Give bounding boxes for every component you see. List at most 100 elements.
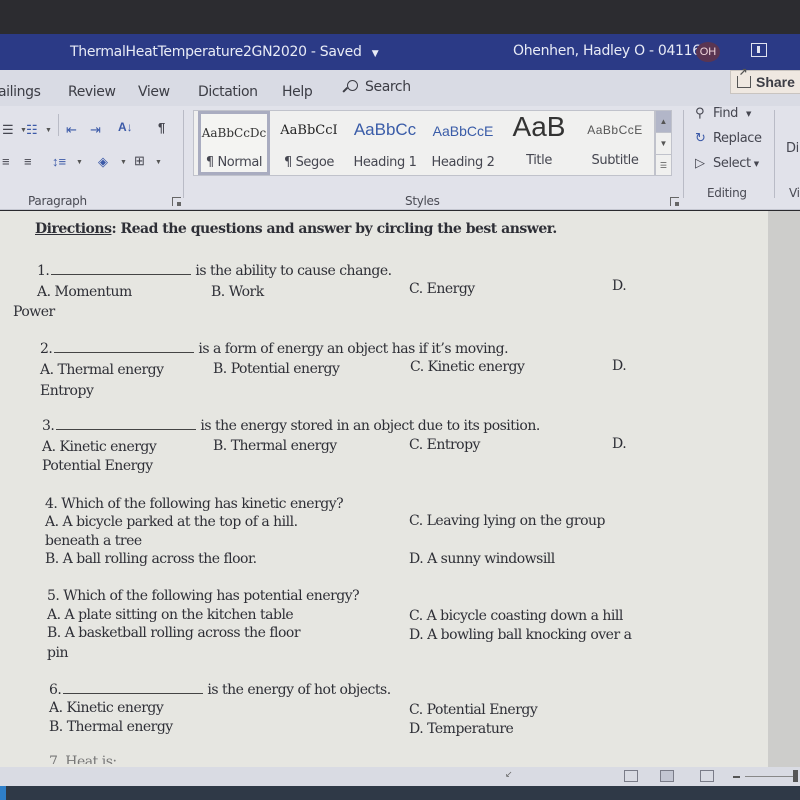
document-title[interactable]: ThermalHeatTemperature2GN2020 - Saved ▼	[70, 44, 379, 60]
sort-icon[interactable]: A↓	[118, 120, 133, 134]
q4-option-b[interactable]: B. A ball rolling across the floor.	[45, 551, 257, 567]
q6-option-a[interactable]: A. Kinetic energy	[49, 700, 164, 716]
replace-button[interactable]: ↻ Replace	[695, 131, 762, 146]
q1-option-c[interactable]: C. Energy	[409, 281, 475, 297]
bullets-icon[interactable]: ☰	[2, 122, 14, 138]
q4-option-a[interactable]: A. A bicycle parked at the top of a hill…	[45, 514, 298, 530]
q3-option-b[interactable]: B. Thermal energy	[213, 438, 337, 454]
style-preview: AaBbCc	[353, 120, 417, 139]
decrease-indent-icon[interactable]: ⇤	[66, 122, 77, 138]
tab-mailings[interactable]: ailings	[0, 84, 41, 100]
style-heading-2[interactable]: AaBbCcE Heading 2	[424, 111, 502, 175]
style-heading-1[interactable]: AaBbCc Heading 1	[346, 111, 424, 175]
question-number: 3.	[42, 418, 55, 434]
borders-dropdown-icon[interactable]: ▼	[155, 159, 162, 166]
style-preview: AaBbCcE	[587, 123, 643, 137]
share-button[interactable]: Share	[730, 67, 800, 94]
q4-option-d[interactable]: D. A sunny windowsill	[409, 551, 555, 567]
avatar[interactable]: OH	[696, 42, 720, 62]
increase-indent-icon[interactable]: ⇥	[90, 122, 101, 138]
search-box[interactable]: Search	[343, 79, 411, 95]
style-subtitle[interactable]: AaBbCcE Subtitle	[576, 111, 654, 175]
question-5: 5. Which of the following has potential …	[47, 588, 360, 604]
search-icon: ⚲	[695, 106, 705, 121]
read-mode-icon[interactable]	[624, 770, 638, 782]
style-name: ¶ Normal	[205, 155, 263, 170]
document-area: Directions: Read the questions and answe…	[0, 211, 800, 767]
web-layout-icon[interactable]	[700, 770, 714, 782]
tab-view[interactable]: View	[138, 84, 170, 100]
show-formatting-icon[interactable]: ¶	[158, 120, 165, 135]
document-page[interactable]: Directions: Read the questions and answe…	[0, 211, 768, 767]
zoom-slider[interactable]	[745, 776, 795, 777]
tab-help[interactable]: Help	[282, 84, 313, 100]
q3-option-c[interactable]: C. Entropy	[409, 437, 480, 453]
styles-group-label: Styles	[405, 194, 440, 208]
tab-dictation[interactable]: Dictation	[198, 84, 258, 100]
paragraph-dialog-launcher-icon[interactable]	[172, 197, 181, 206]
q3-option-a[interactable]: A. Kinetic energy	[42, 439, 157, 455]
q5-option-d-wrap[interactable]: pin	[47, 645, 68, 661]
directions: Directions: Read the questions and answe…	[35, 221, 557, 237]
q1-option-d-wrap[interactable]: Power	[13, 304, 55, 320]
q2-option-c[interactable]: C. Kinetic energy	[410, 359, 525, 375]
justify-icon[interactable]: ≡	[24, 154, 32, 169]
styles-gallery-scroll[interactable]: ▲ ▼ ☰	[655, 110, 672, 176]
q3-option-d-wrap[interactable]: Potential Energy	[42, 458, 153, 474]
q2-option-b[interactable]: B. Potential energy	[213, 361, 340, 377]
zoom-out-icon[interactable]	[733, 776, 740, 778]
replace-label: Replace	[713, 131, 762, 146]
styles-dialog-launcher-icon[interactable]	[670, 197, 679, 206]
answer-blank	[63, 682, 204, 694]
q4-option-c[interactable]: C. Leaving lying on the group	[409, 513, 606, 529]
tab-review[interactable]: Review	[68, 84, 116, 100]
document-name: ThermalHeatTemperature2GN2020	[70, 44, 307, 60]
gallery-more-icon[interactable]: ☰	[656, 155, 671, 177]
q1-option-b[interactable]: B. Work	[211, 284, 264, 300]
style-normal[interactable]: AaBbCcDc ¶ Normal	[198, 111, 270, 175]
find-button[interactable]: ⚲ Find ▼	[695, 106, 751, 121]
q6-option-c[interactable]: C. Potential Energy	[409, 702, 538, 718]
shading-icon[interactable]: ◈	[98, 154, 108, 170]
q1-option-a[interactable]: A. Momentum	[37, 284, 132, 300]
question-stem: is a form of energy an object has if it’…	[198, 341, 509, 357]
align-right-icon[interactable]: ≡	[2, 154, 10, 169]
track-changes-icon[interactable]: ↙	[505, 769, 513, 780]
taskbar	[0, 786, 800, 800]
select-button[interactable]: ▷ Select ▼	[695, 156, 759, 171]
gallery-scroll-down-icon[interactable]: ▼	[656, 133, 671, 155]
gallery-scroll-up-icon[interactable]: ▲	[656, 111, 671, 133]
account-name[interactable]: Ohenhen, Hadley O - 0411633	[513, 43, 718, 59]
zoom-slider-thumb[interactable]	[793, 770, 798, 782]
q1-option-d[interactable]: D.	[612, 278, 627, 294]
q5-option-a[interactable]: A. A plate sitting on the kitchen table	[47, 607, 294, 623]
print-layout-icon[interactable]	[660, 770, 674, 782]
q2-option-a[interactable]: A. Thermal energy	[40, 362, 164, 378]
save-status: - Saved	[310, 44, 362, 60]
style-segoe[interactable]: AaBbCcI ¶ Segoe	[272, 111, 346, 175]
ribbon-display-options-icon[interactable]	[751, 43, 767, 57]
question-6: 6. is the energy of hot objects.	[49, 682, 391, 698]
question-number: 2.	[40, 341, 53, 357]
line-spacing-dropdown-icon[interactable]: ▼	[76, 159, 83, 166]
q4-option-c-wrap[interactable]: beneath a tree	[45, 533, 142, 549]
style-title[interactable]: AaB Title	[502, 111, 576, 175]
dictate-button[interactable]: Di	[786, 141, 799, 156]
line-spacing-icon[interactable]: ↕≡	[52, 154, 66, 169]
shading-dropdown-icon[interactable]: ▼	[120, 159, 127, 166]
borders-icon[interactable]: ⊞	[134, 153, 145, 169]
q6-option-b[interactable]: B. Thermal energy	[49, 719, 173, 735]
question-2: 2. is a form of energy an object has if i…	[40, 341, 509, 357]
q5-option-b[interactable]: B. A basketball rolling across the floor	[47, 625, 301, 641]
numbering-dropdown-icon[interactable]: ▼	[45, 127, 52, 134]
q3-option-d[interactable]: D.	[612, 436, 627, 452]
q5-option-c[interactable]: C. A bicycle coasting down a hill	[409, 608, 623, 624]
question-stem: is the ability to cause change.	[195, 263, 392, 279]
question-7-partial: 7. Heat is:	[49, 754, 117, 764]
q2-option-d[interactable]: D.	[612, 358, 627, 374]
q5-option-d[interactable]: D. A bowling ball knocking over a	[409, 627, 632, 643]
q2-option-d-wrap[interactable]: Entropy	[40, 383, 94, 399]
q6-option-d[interactable]: D. Temperature	[409, 721, 514, 737]
numbering-icon[interactable]: ☷	[26, 122, 38, 138]
find-label: Find	[713, 106, 739, 121]
